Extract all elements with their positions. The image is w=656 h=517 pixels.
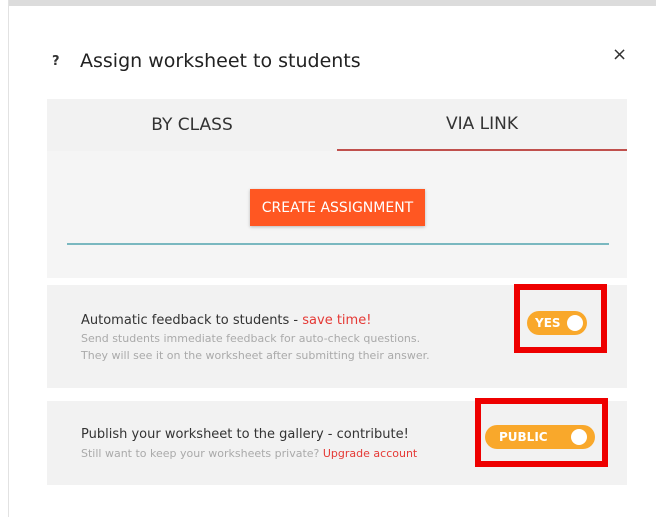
publish-description: Still want to keep your worksheets priva… [81, 446, 417, 462]
highlight-box-feedback-toggle [514, 284, 607, 353]
feedback-description-2: They will see it on the worksheet after … [81, 349, 430, 362]
divider-line [67, 243, 609, 245]
via-link-panel: CREATE ASSIGNMENT [47, 151, 627, 278]
dialog-title: Assign worksheet to students [80, 50, 361, 72]
tab-bar: BY CLASS VIA LINK [47, 99, 627, 151]
upgrade-account-link[interactable]: Upgrade account [323, 447, 417, 460]
tab-via-link[interactable]: VIA LINK [337, 99, 627, 151]
feedback-title: Automatic feedback to students - save ti… [81, 313, 371, 328]
publish-title: Publish your worksheet to the gallery - … [81, 427, 409, 442]
window-frame-left [0, 0, 9, 517]
feedback-title-text: Automatic feedback to students - [81, 313, 303, 328]
close-icon[interactable]: × [612, 44, 627, 65]
create-assignment-button[interactable]: CREATE ASSIGNMENT [250, 189, 425, 226]
window-frame-top [0, 0, 656, 6]
highlight-box-publish-toggle [475, 398, 608, 467]
feedback-title-accent: save time! [302, 313, 372, 328]
help-icon[interactable]: ? [52, 54, 60, 69]
tab-by-class[interactable]: BY CLASS [47, 99, 337, 151]
publish-description-text: Still want to keep your worksheets priva… [81, 447, 323, 460]
feedback-description-1: Send students immediate feedback for aut… [81, 332, 421, 345]
